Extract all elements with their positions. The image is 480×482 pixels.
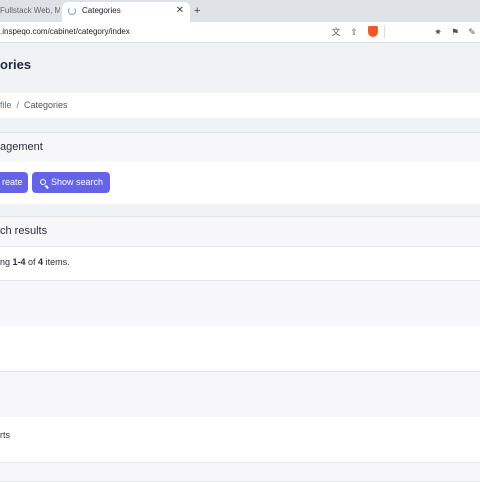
browser-tab-active[interactable]: Categories ✕: [62, 2, 190, 22]
search-icon: [40, 179, 46, 185]
results-card-header: ch results: [0, 216, 480, 247]
create-button-label: reate: [2, 177, 23, 187]
create-button[interactable]: reate: [0, 172, 28, 193]
extension-pen-icon[interactable]: ✎: [466, 25, 478, 39]
table-row[interactable]: [0, 326, 480, 371]
results-summary-body: ng 1-4 of 4 items.: [0, 247, 480, 280]
toolbar-divider: [384, 26, 385, 38]
close-tab-icon[interactable]: ✕: [176, 2, 184, 20]
results-title: ch results: [0, 225, 48, 237]
browser-toolbar: .inspeqo.com/cabinet/category/index ⽂ ⇧ …: [0, 22, 480, 43]
management-title: agement: [0, 141, 43, 153]
loading-favicon-icon: [68, 7, 76, 15]
summary-range: 1-4: [12, 257, 26, 267]
summary-prefix: ng: [0, 257, 13, 267]
table-cell: rts: [0, 430, 10, 440]
show-search-label: Show search: [51, 177, 104, 187]
page-title: ories: [0, 57, 32, 72]
table-row[interactable]: [0, 371, 480, 418]
breadcrumb-current: Categories: [24, 100, 68, 110]
table-header-row: [0, 280, 480, 327]
brave-shield-icon[interactable]: [368, 26, 378, 37]
page-header: ories: [0, 43, 480, 92]
summary-mid: of: [25, 257, 39, 267]
management-card-header: agement: [0, 132, 480, 163]
show-search-button[interactable]: Show search: [32, 172, 110, 193]
extension-gear-icon[interactable]: ✷: [432, 25, 444, 39]
tab-title: Fullstack Web, Mob: [0, 6, 60, 15]
results-summary: ng 1-4 of 4 items.: [0, 257, 70, 267]
breadcrumb-separator: /: [16, 100, 20, 110]
share-icon[interactable]: ⇧: [348, 25, 360, 39]
extension-flag-icon[interactable]: ⚑: [449, 25, 461, 39]
tab-title: Categories: [82, 6, 121, 15]
table-row[interactable]: [0, 462, 480, 482]
address-bar[interactable]: .inspeqo.com/cabinet/category/index: [0, 22, 130, 42]
table-row[interactable]: rts: [0, 417, 480, 462]
breadcrumb: file / Categories: [0, 93, 480, 118]
translate-icon[interactable]: ⽂: [330, 25, 342, 39]
summary-suffix: items.: [43, 257, 70, 267]
browser-tab-bar: Fullstack Web, Mob Categories ✕ +: [0, 0, 480, 22]
new-tab-button[interactable]: +: [194, 2, 200, 20]
breadcrumb-profile-link[interactable]: file: [0, 100, 12, 110]
management-card-body: reate Show search: [0, 162, 480, 204]
browser-tab-inactive[interactable]: Fullstack Web, Mob: [0, 2, 60, 22]
